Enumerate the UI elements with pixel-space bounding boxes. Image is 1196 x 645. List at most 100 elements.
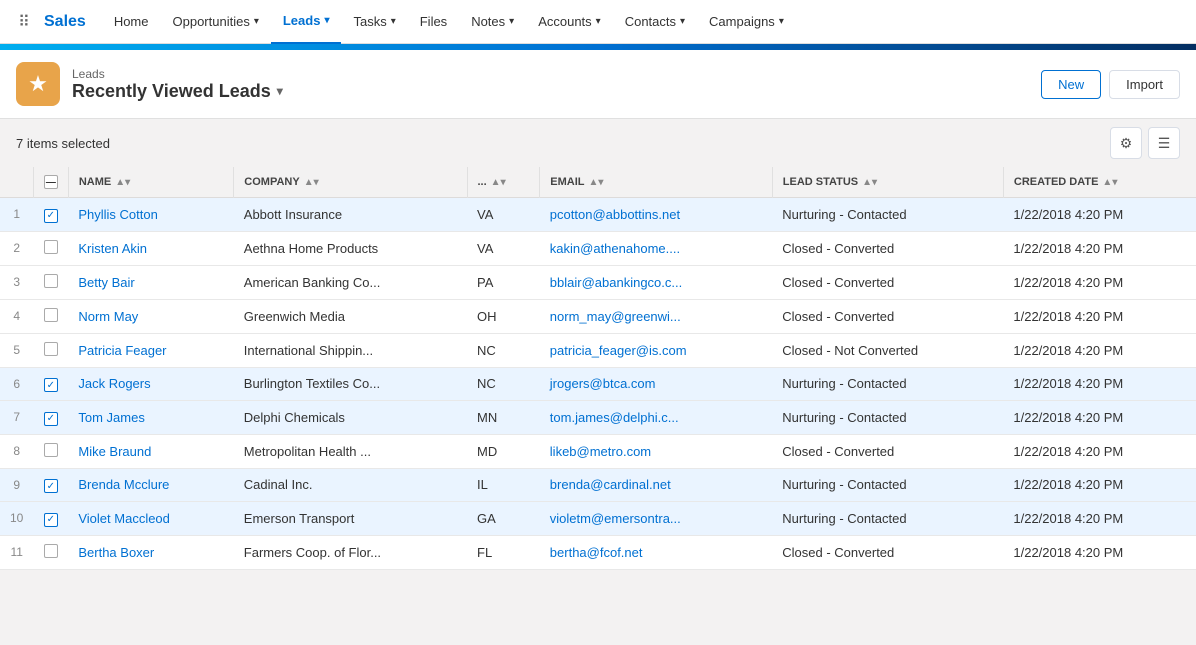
row-lead-status: Nurturing - Contacted	[772, 401, 1003, 435]
row-email[interactable]: bblair@abankingco.c...	[540, 265, 772, 299]
select-all-checkbox[interactable]: —	[44, 175, 58, 189]
row-checkbox-cell[interactable]	[33, 231, 68, 265]
nav-home[interactable]: Home	[102, 0, 161, 44]
row-lead-status: Closed - Converted	[772, 231, 1003, 265]
row-email[interactable]: violetm@emersontra...	[540, 502, 772, 536]
row-checkbox-cell[interactable]	[33, 333, 68, 367]
contacts-chevron: ▾	[680, 16, 685, 27]
accounts-chevron: ▾	[596, 16, 601, 27]
row-lead-status: Closed - Converted	[772, 535, 1003, 569]
th-company[interactable]: COMPANY ▲▾	[234, 167, 467, 198]
row-lead-status: Nurturing - Contacted	[772, 502, 1003, 536]
row-checkbox[interactable]	[44, 342, 58, 356]
row-name[interactable]: Phyllis Cotton	[68, 198, 233, 232]
row-checkbox-cell[interactable]	[33, 434, 68, 468]
row-number: 11	[0, 535, 33, 569]
tasks-chevron: ▾	[391, 16, 396, 27]
row-name[interactable]: Bertha Boxer	[68, 535, 233, 569]
row-checkbox-cell[interactable]: ✓	[33, 198, 68, 232]
row-state: NC	[467, 367, 540, 401]
settings-icon-button[interactable]: ⚙	[1110, 127, 1142, 159]
row-name[interactable]: Kristen Akin	[68, 231, 233, 265]
row-checkbox-cell[interactable]: ✓	[33, 367, 68, 401]
row-number: 5	[0, 333, 33, 367]
nav-accounts[interactable]: Accounts▾	[526, 0, 613, 44]
th-name[interactable]: NAME ▲▾	[68, 167, 233, 198]
new-button[interactable]: New	[1041, 70, 1101, 99]
row-company: Delphi Chemicals	[234, 401, 467, 435]
th-state[interactable]: ... ▲▾	[467, 167, 540, 198]
list-view-icon-button[interactable]: ☰	[1148, 127, 1180, 159]
page-title[interactable]: Recently Viewed Leads ▾	[72, 81, 283, 102]
row-lead-status: Closed - Converted	[772, 299, 1003, 333]
table-row: 7 ✓ Tom James Delphi Chemicals MN tom.ja…	[0, 401, 1196, 435]
row-checkbox[interactable]: ✓	[44, 479, 58, 493]
row-checkbox-cell[interactable]: ✓	[33, 401, 68, 435]
toolbar: 7 items selected ⚙ ☰	[0, 119, 1196, 167]
row-checkbox-cell[interactable]: ✓	[33, 468, 68, 502]
row-checkbox-cell[interactable]: ✓	[33, 502, 68, 536]
row-checkbox[interactable]	[44, 308, 58, 322]
row-email[interactable]: patricia_feager@is.com	[540, 333, 772, 367]
table-row: 1 ✓ Phyllis Cotton Abbott Insurance VA p…	[0, 198, 1196, 232]
row-checkbox-cell[interactable]	[33, 265, 68, 299]
row-company: Greenwich Media	[234, 299, 467, 333]
row-name[interactable]: Jack Rogers	[68, 367, 233, 401]
table-row: 5 Patricia Feager International Shippin.…	[0, 333, 1196, 367]
row-checkbox[interactable]: ✓	[44, 412, 58, 426]
page-header-left: ★ Leads Recently Viewed Leads ▾	[16, 62, 283, 106]
campaigns-chevron: ▾	[779, 16, 784, 27]
nav-tasks[interactable]: Tasks▾	[341, 0, 407, 44]
row-name[interactable]: Betty Bair	[68, 265, 233, 299]
row-checkbox-cell[interactable]	[33, 535, 68, 569]
row-checkbox[interactable]: ✓	[44, 513, 58, 527]
row-company: Farmers Coop. of Flor...	[234, 535, 467, 569]
row-state: PA	[467, 265, 540, 299]
row-email[interactable]: kakin@athenahome....	[540, 231, 772, 265]
table-row: 2 Kristen Akin Aethna Home Products VA k…	[0, 231, 1196, 265]
nav-contacts[interactable]: Contacts▾	[613, 0, 697, 44]
nav-brand[interactable]: Sales	[44, 13, 86, 31]
nav-files[interactable]: Files	[408, 0, 459, 44]
row-checkbox[interactable]	[44, 240, 58, 254]
row-company: American Banking Co...	[234, 265, 467, 299]
nav-campaigns[interactable]: Campaigns▾	[697, 0, 796, 44]
row-checkbox[interactable]	[44, 544, 58, 558]
page-header: ★ Leads Recently Viewed Leads ▾ New Impo…	[0, 50, 1196, 119]
row-lead-status: Closed - Converted	[772, 434, 1003, 468]
row-email[interactable]: tom.james@delphi.c...	[540, 401, 772, 435]
row-name[interactable]: Patricia Feager	[68, 333, 233, 367]
th-created-date[interactable]: CREATED DATE ▲▾	[1003, 167, 1196, 198]
row-checkbox[interactable]	[44, 443, 58, 457]
row-name[interactable]: Norm May	[68, 299, 233, 333]
row-email[interactable]: bertha@fcof.net	[540, 535, 772, 569]
row-name[interactable]: Violet Maccleod	[68, 502, 233, 536]
row-created-date: 1/22/2018 4:20 PM	[1003, 265, 1196, 299]
row-email[interactable]: likeb@metro.com	[540, 434, 772, 468]
import-button[interactable]: Import	[1109, 70, 1180, 99]
created-date-sort-icon: ▲▾	[1102, 177, 1117, 188]
row-checkbox[interactable]: ✓	[44, 378, 58, 392]
row-number: 9	[0, 468, 33, 502]
notes-chevron: ▾	[509, 16, 514, 27]
row-checkbox[interactable]	[44, 274, 58, 288]
row-email[interactable]: pcotton@abbottins.net	[540, 198, 772, 232]
nav-leads[interactable]: Leads▾	[271, 0, 342, 44]
row-name[interactable]: Tom James	[68, 401, 233, 435]
row-checkbox-cell[interactable]	[33, 299, 68, 333]
row-email[interactable]: jrogers@btca.com	[540, 367, 772, 401]
row-checkbox[interactable]: ✓	[44, 209, 58, 223]
row-email[interactable]: brenda@cardinal.net	[540, 468, 772, 502]
row-lead-status: Nurturing - Contacted	[772, 367, 1003, 401]
th-lead-status[interactable]: LEAD STATUS ▲▾	[772, 167, 1003, 198]
th-email[interactable]: EMAIL ▲▾	[540, 167, 772, 198]
row-email[interactable]: norm_may@greenwi...	[540, 299, 772, 333]
th-select-all[interactable]: —	[33, 167, 68, 198]
th-row-num	[0, 167, 33, 198]
nav-opportunities[interactable]: Opportunities▾	[161, 0, 271, 44]
nav-notes[interactable]: Notes▾	[459, 0, 526, 44]
row-name[interactable]: Brenda Mcclure	[68, 468, 233, 502]
row-name[interactable]: Mike Braund	[68, 434, 233, 468]
state-sort-icon: ▲▾	[491, 177, 506, 188]
apps-icon[interactable]: ⠿	[8, 6, 40, 38]
